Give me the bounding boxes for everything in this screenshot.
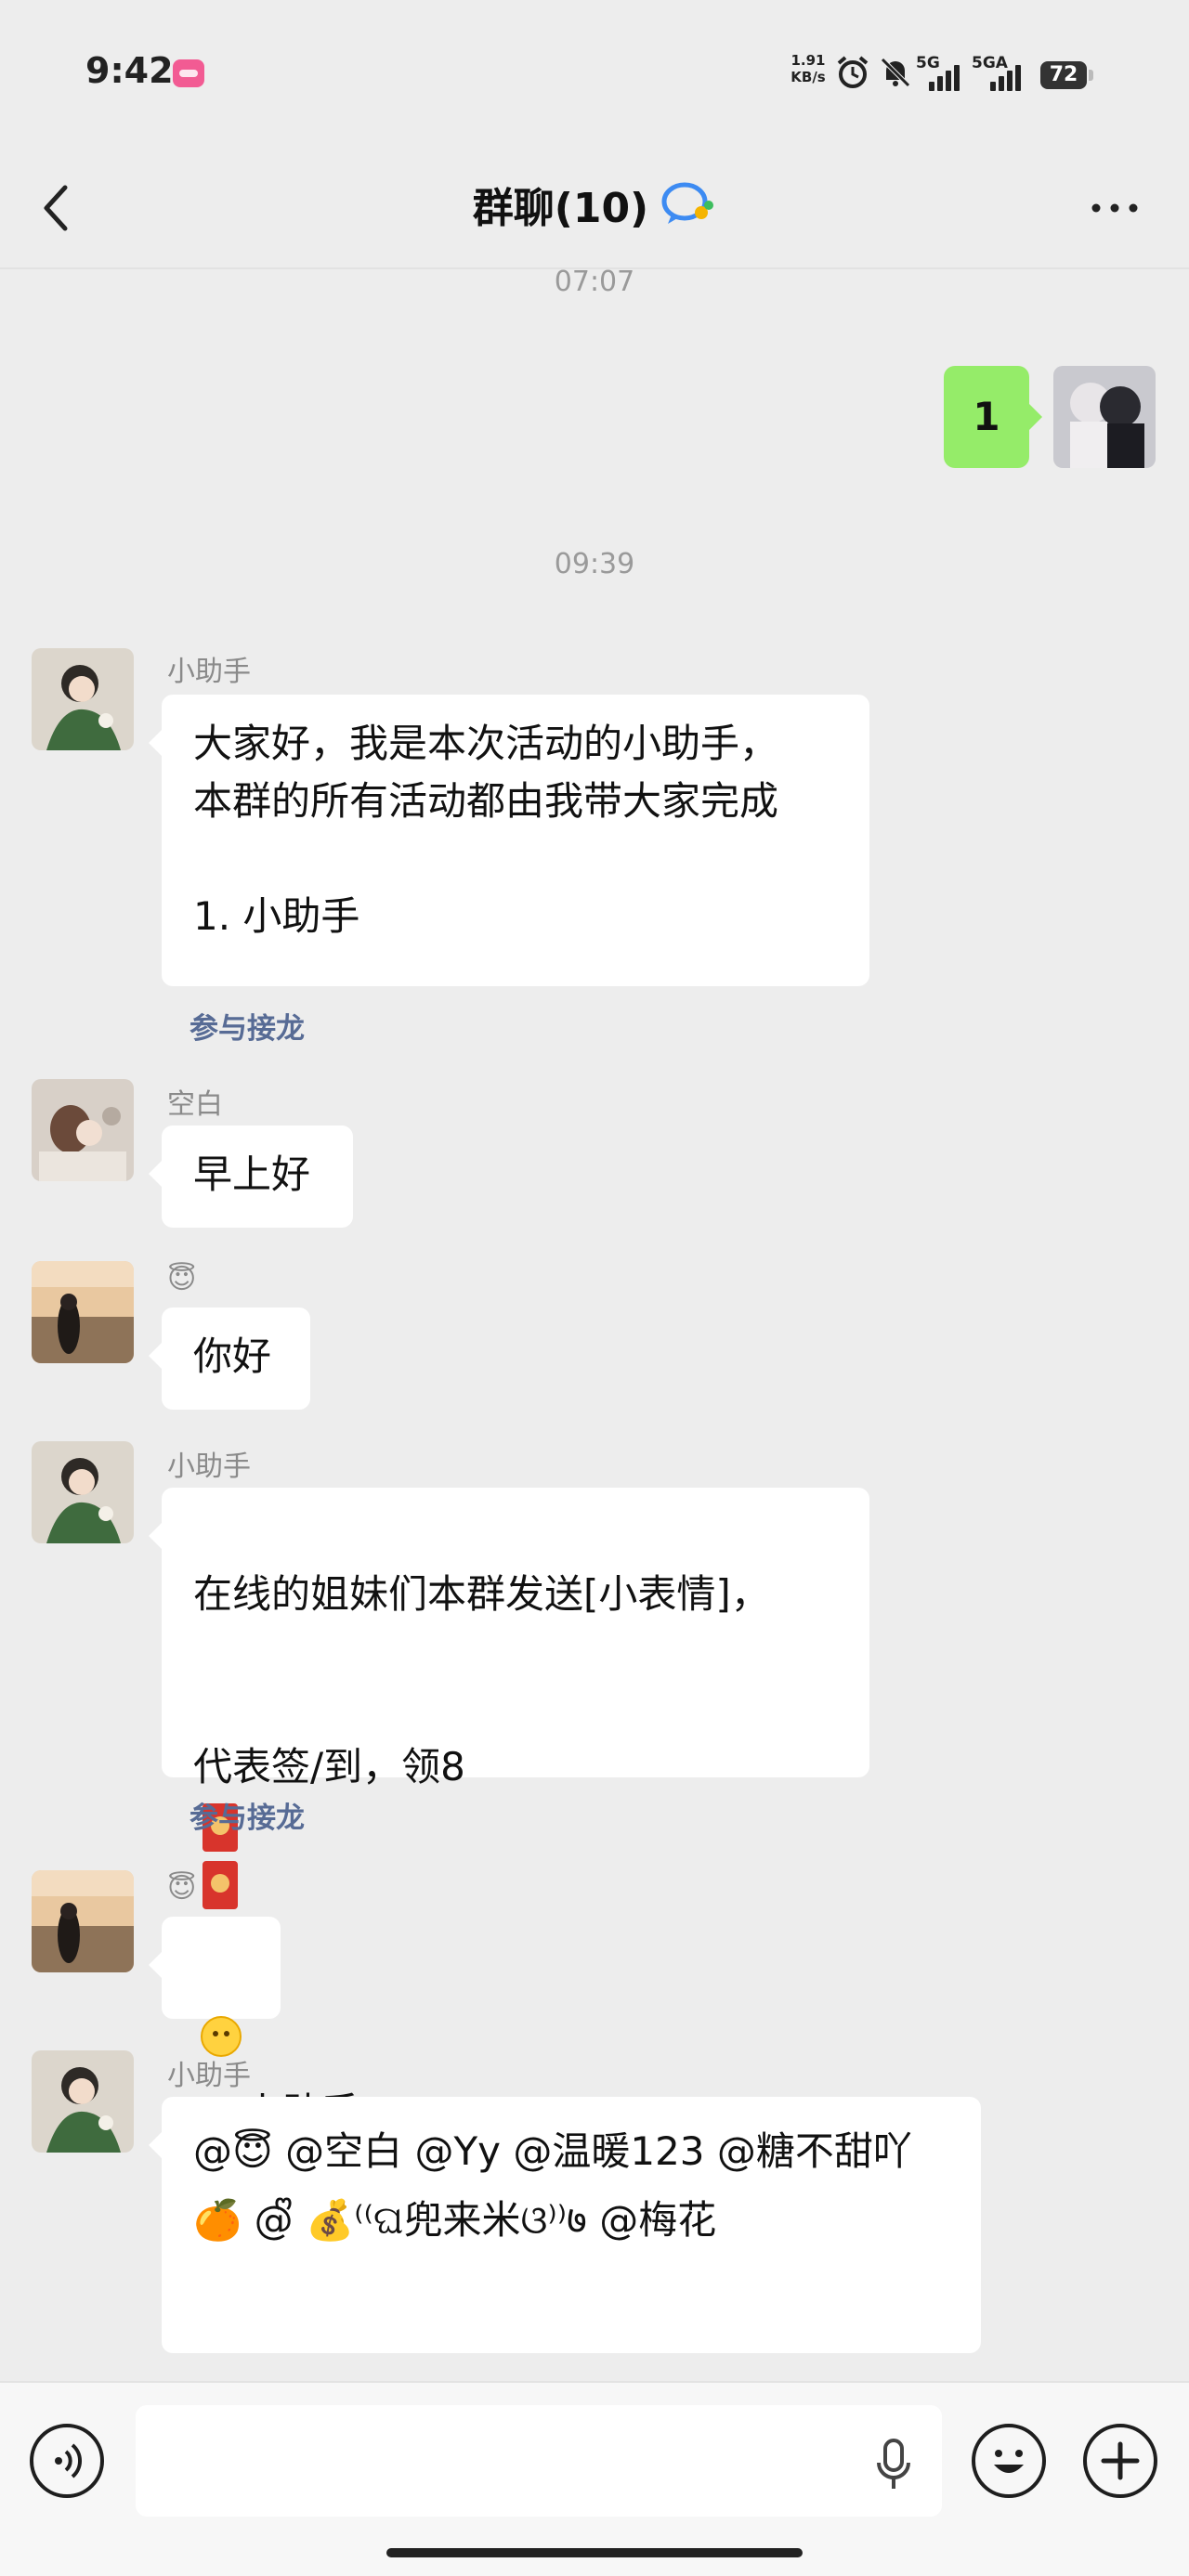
red-packet-icon: [203, 1860, 238, 1909]
signal-5g: 5G: [916, 52, 964, 93]
signal-5ga: 5GA: [972, 52, 1031, 93]
my-avatar[interactable]: [1053, 366, 1156, 468]
message-input[interactable]: [136, 2405, 942, 2517]
input-bar: [0, 2381, 1189, 2576]
avatar-assistant[interactable]: [32, 648, 134, 750]
avatar-angel[interactable]: [32, 1870, 134, 1972]
group-chat-icon: [660, 179, 716, 229]
sender-name: 😇: [167, 1263, 197, 1295]
sender-name: 😇: [167, 1872, 197, 1905]
voice-button[interactable]: [30, 2424, 104, 2498]
chat-header: 群聊(10): [0, 149, 1189, 269]
sender-name: 空白: [167, 1088, 223, 1121]
message-line: 在线的姐妹们本群发送[小表情]，: [193, 1571, 770, 1617]
avatar-assistant[interactable]: [32, 2050, 134, 2153]
timestamp: 07:07: [554, 266, 635, 298]
outgoing-message-bubble[interactable]: 1: [944, 366, 1042, 468]
join-solitaire-link[interactable]: 参与接龙: [189, 1005, 305, 1047]
network-speed-value: 1.91: [790, 52, 826, 69]
join-solitaire-link[interactable]: 参与接龙: [189, 1794, 305, 1836]
status-time: 9:42: [85, 50, 174, 91]
network-speed-unit: KB/s: [790, 69, 826, 85]
alarm-icon: [834, 54, 871, 91]
incoming-message-bubble[interactable]: 你好: [149, 1308, 310, 1410]
incoming-message-bubble[interactable]: @😇 @空白 @Yy @温暖123 @糖不甜吖🍊 @ᩚ 💰⁽⁽ଘ兜来米ଓ⁾⁾७ …: [149, 2097, 981, 2353]
sender-name: 小助手: [167, 656, 251, 688]
battery-indicator: 72: [1040, 61, 1087, 89]
incoming-message-bubble[interactable]: 大家好，我是本次活动的小助手， 本群的所有活动都由我带大家完成 1. 小助手: [149, 695, 869, 986]
smile-emoji-icon: [201, 2015, 242, 2057]
app-notification-icon: [173, 59, 204, 87]
incoming-emoji-bubble[interactable]: [149, 1917, 281, 2057]
plus-button[interactable]: [1083, 2424, 1157, 2498]
chat-title[interactable]: 群聊(10): [473, 185, 648, 232]
avatar-angel[interactable]: [32, 1261, 134, 1363]
status-bar: 9:42 1.91 KB/s 5G 5GA 72: [0, 0, 1189, 149]
timestamp: 09:39: [554, 548, 635, 580]
more-button[interactable]: [1078, 189, 1152, 227]
mute-icon: [877, 54, 914, 91]
emoji-icon: [994, 2450, 1024, 2473]
sender-name: 小助手: [167, 1451, 251, 1483]
voice-icon: [55, 2443, 83, 2478]
sender-name: 小助手: [167, 2060, 251, 2092]
incoming-message-bubble[interactable]: 早上好: [149, 1125, 353, 1228]
plus-icon: [1101, 2441, 1140, 2480]
incoming-message-bubble[interactable]: 在线的姐妹们本群发送[小表情]， 代表签/到，领8 1. 小助手: [149, 1488, 869, 2135]
emoji-button[interactable]: [972, 2424, 1046, 2498]
avatar-kongbai[interactable]: [32, 1079, 134, 1181]
message-line-text: 代表签/到，领8: [193, 1744, 465, 1789]
network-speed: 1.91 KB/s: [788, 52, 829, 85]
home-indicator[interactable]: [386, 2548, 803, 2557]
more-icon: [1091, 203, 1138, 213]
avatar-assistant[interactable]: [32, 1441, 134, 1543]
title-wrap: 群聊(10): [0, 175, 1189, 234]
mic-icon[interactable]: [873, 2437, 914, 2492]
battery-tip: [1089, 70, 1093, 81]
